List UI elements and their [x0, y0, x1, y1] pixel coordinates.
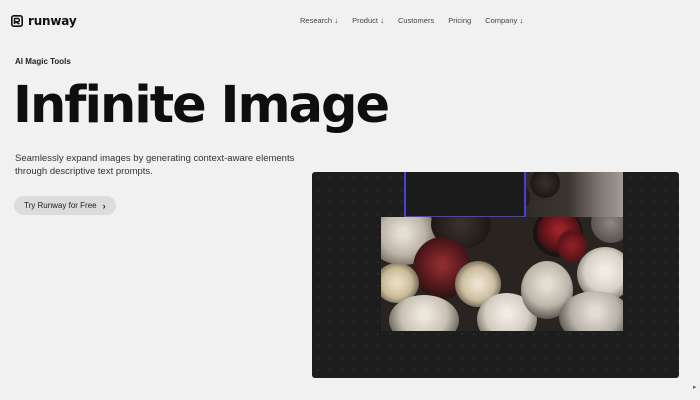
eyebrow-label: AI Magic Tools [15, 57, 71, 66]
page: runway Research ↓ Product ↓ Customers Pr… [0, 0, 700, 400]
nav-label: Product [352, 16, 378, 25]
cta-label: Try Runway for Free [24, 201, 97, 210]
arrow-down-icon: ↓ [379, 15, 384, 25]
main-nav: Research ↓ Product ↓ Customers Pricing C… [300, 16, 523, 25]
try-runway-button[interactable]: Try Runway for Free › [14, 196, 116, 215]
flower-bouquet-image [381, 217, 623, 331]
nav-item-research[interactable]: Research ↓ [300, 16, 338, 25]
nav-label: Pricing [448, 16, 472, 25]
subtitle-line: through descriptive text prompts. [15, 166, 153, 177]
nav-item-company[interactable]: Company ↓ [485, 16, 523, 25]
nav-item-pricing[interactable]: Pricing [448, 16, 471, 25]
runway-logo-icon [11, 15, 23, 27]
chevron-right-icon: › [102, 200, 106, 211]
infinite-image-demo-canvas[interactable] [312, 172, 679, 378]
page-title: Infinite Image [13, 76, 390, 135]
nav-label: Customers [397, 16, 435, 25]
scroll-indicator-icon: ▸ [693, 384, 697, 391]
nav-label: Company [485, 16, 518, 25]
logo-text: runway [28, 14, 77, 28]
hero-subtitle: Seamlessly expand images by generating c… [15, 152, 315, 178]
nav-item-customers[interactable]: Customers [398, 16, 434, 25]
selection-frame[interactable] [404, 172, 526, 218]
subtitle-line: Seamlessly expand images by generating c… [15, 153, 295, 164]
runway-logo[interactable]: runway [11, 14, 77, 28]
nav-label: Research [300, 16, 333, 25]
arrow-down-icon: ↓ [334, 15, 339, 25]
arrow-down-icon: ↓ [519, 15, 524, 25]
nav-item-product[interactable]: Product ↓ [352, 16, 384, 25]
